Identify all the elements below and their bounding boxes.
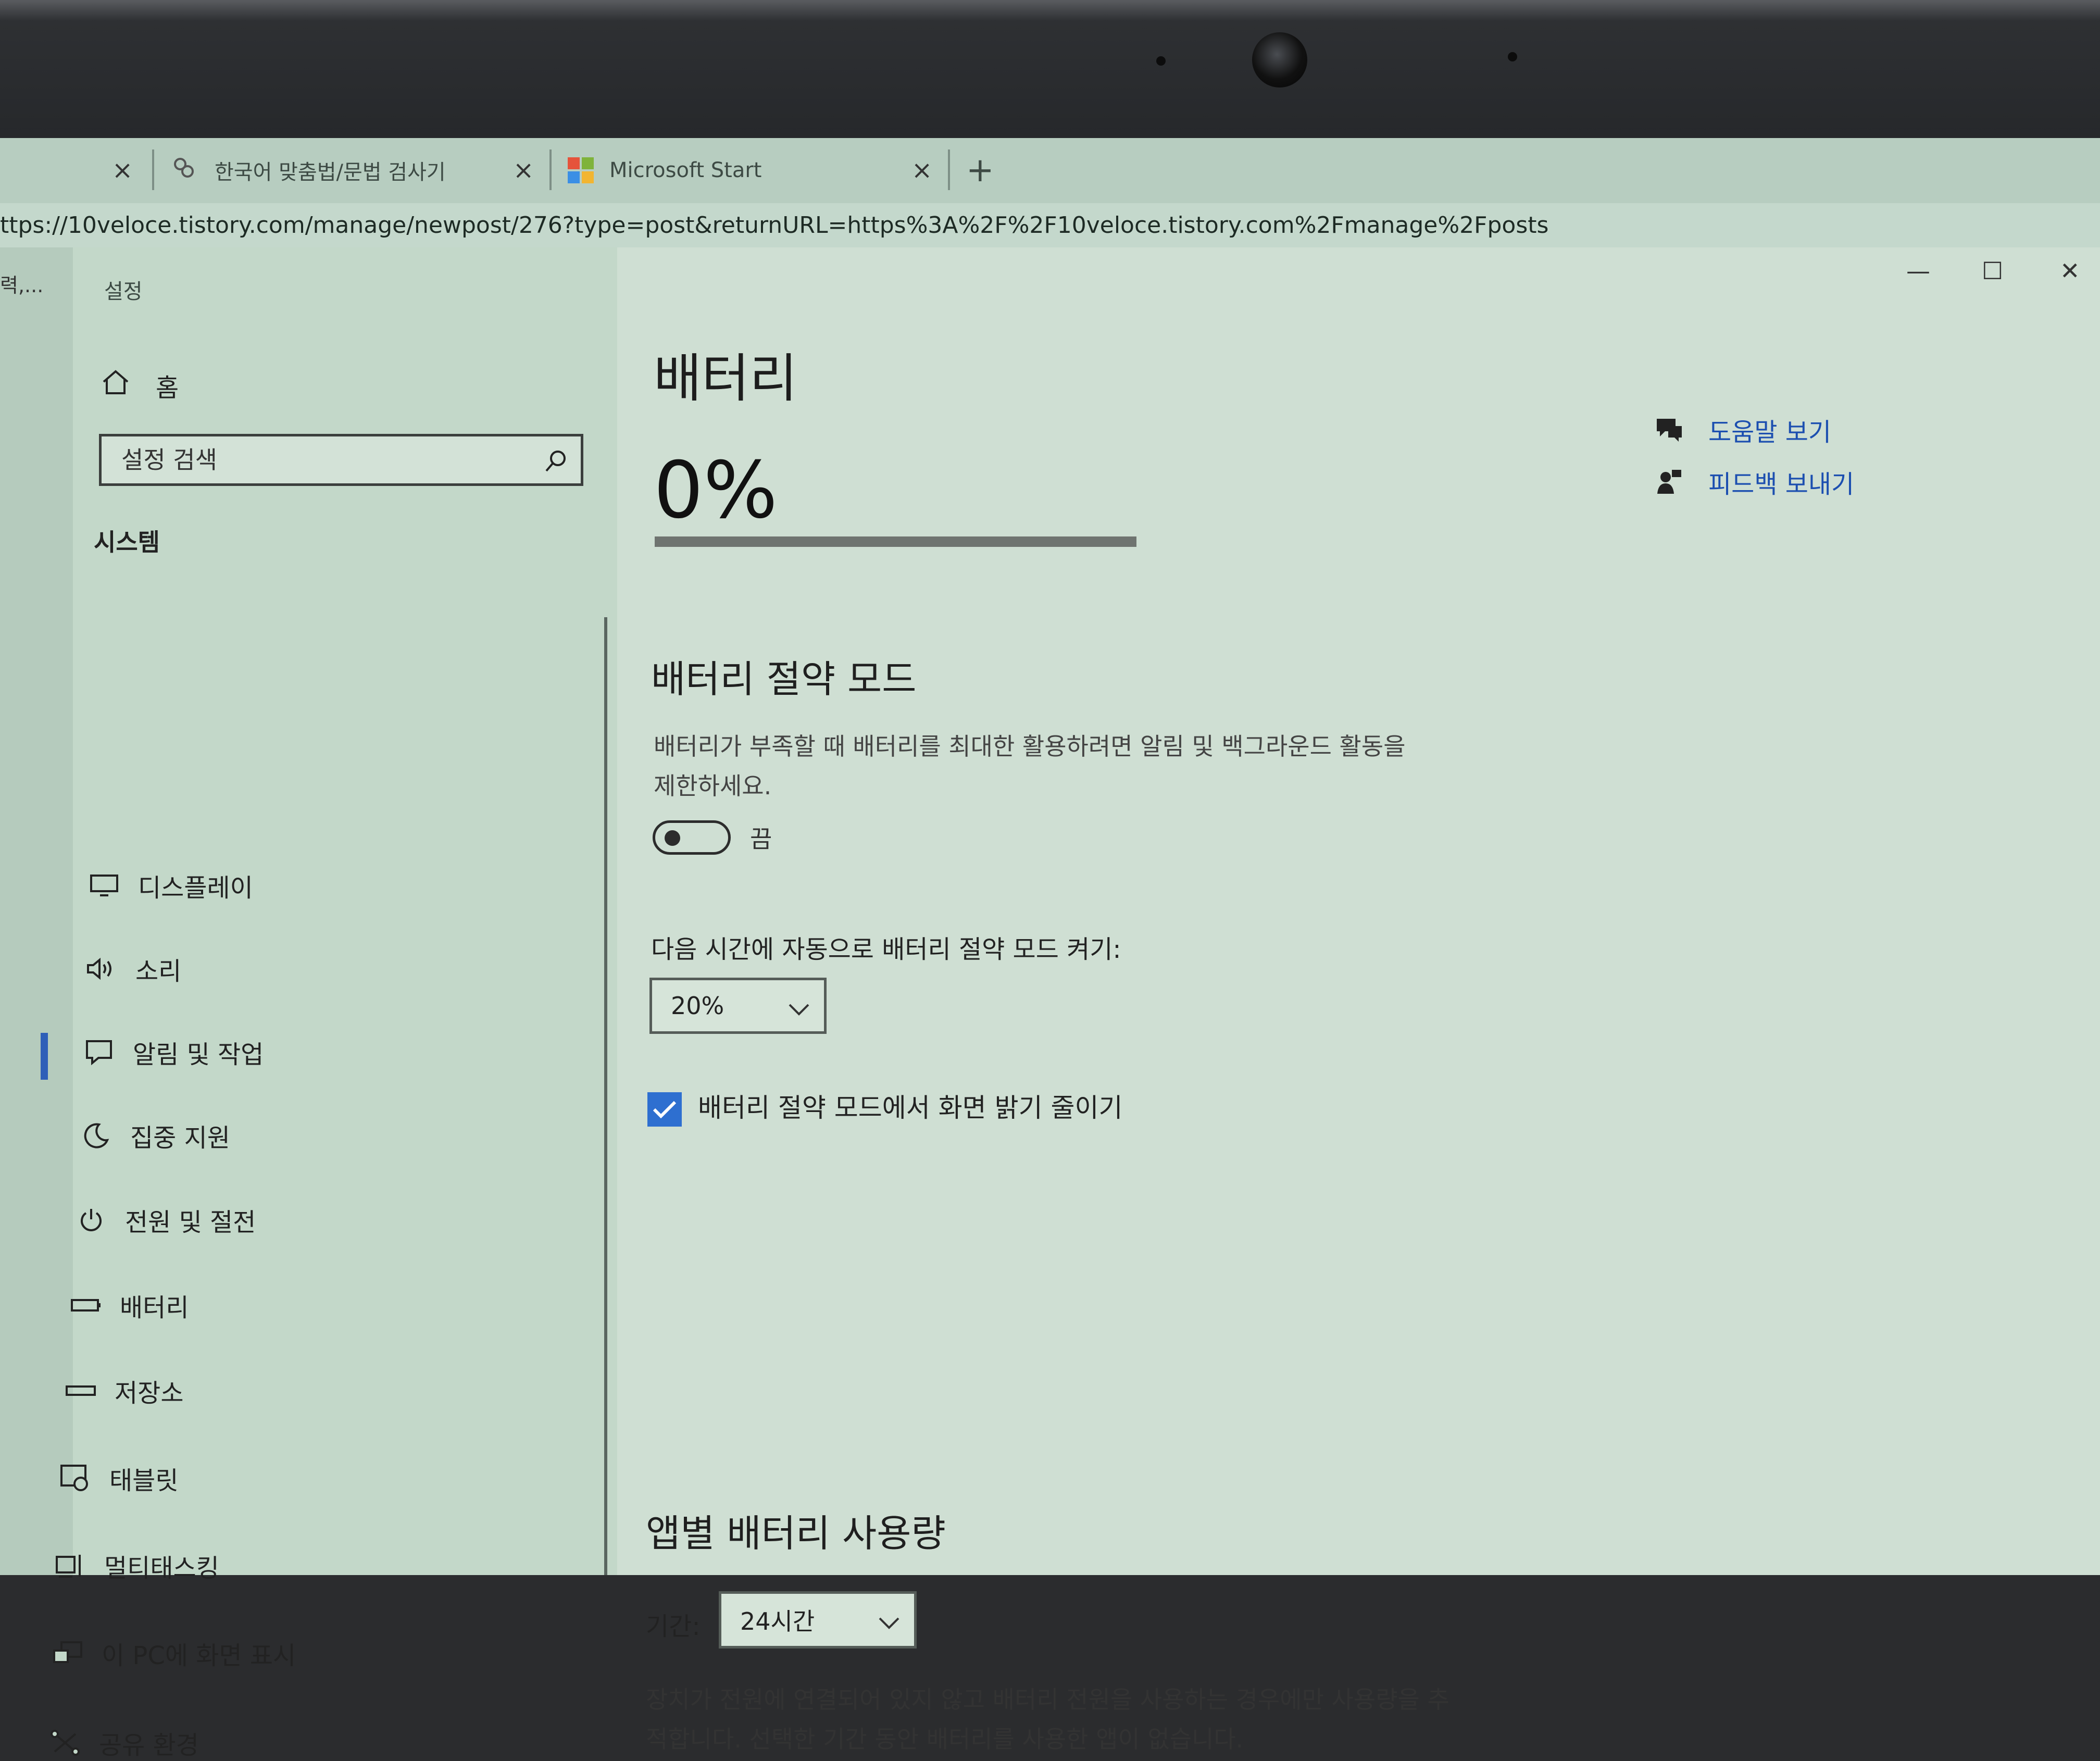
battery-level-bar [655, 536, 1136, 547]
sidebar-item-sound[interactable]: 소리 [83, 951, 181, 987]
tab-separator [549, 149, 552, 190]
dim-brightness-label: 배터리 절약 모드에서 화면 밝기 줄이기 [698, 1093, 1123, 1123]
sidebar-item-power-sleep[interactable]: 전원 및 절전 [73, 1202, 256, 1238]
notification-icon [81, 1036, 117, 1068]
send-feedback-link[interactable]: 피드백 보내기 [1651, 456, 1854, 508]
help-icon [1651, 416, 1688, 444]
battery-saver-description: 배터리가 부족할 때 배터리를 최대한 활용하려면 알림 및 백그라운드 활동을… [654, 732, 1406, 800]
help-links: 도움말 보기 피드백 보내기 [1651, 404, 1854, 508]
active-item-indicator [41, 1033, 48, 1080]
webcam [1252, 32, 1307, 88]
maximize-button[interactable]: ☐ [1982, 257, 2003, 285]
window-title: 설정 [104, 280, 143, 304]
browser-side-strip: 력,... [0, 247, 73, 1575]
address-bar[interactable]: ttps://10veloce.tistory.com/manage/newpo… [0, 203, 2100, 247]
chevron-down-icon [788, 995, 810, 1023]
microsoft-favicon-icon [568, 157, 594, 183]
laptop-bezel [0, 0, 2100, 138]
search-icon[interactable] [543, 448, 569, 480]
sidebar-item-shared-experiences[interactable]: 공유 환경 [47, 1725, 199, 1761]
sidebar-section-title: 시스템 [94, 528, 160, 556]
project-icon [49, 1638, 86, 1669]
sidebar-item-multitasking[interactable]: 멀티태스킹 [52, 1547, 219, 1584]
battery-saver-heading: 배터리 절약 모드 [651, 657, 917, 701]
get-help-link[interactable]: 도움말 보기 [1651, 404, 1854, 456]
settings-search[interactable] [99, 434, 583, 486]
battery-icon [68, 1290, 104, 1321]
sensor-dot [1508, 52, 1517, 61]
tab-close-button[interactable]: × [513, 156, 534, 185]
minimize-button[interactable]: — [1906, 257, 1930, 285]
settings-window: 력,... 설정 홈 시스템 디스플레이 소리 알림 및 작업 [0, 247, 2100, 1760]
toggle-knob [665, 830, 680, 846]
spellcheck-favicon-icon [172, 156, 196, 185]
battery-percentage: 0% [654, 445, 778, 536]
home-icon [102, 369, 130, 402]
power-icon [73, 1204, 109, 1235]
moon-icon [78, 1120, 115, 1151]
sidebar-item-project-to-pc[interactable]: 이 PC에 화면 표시 [49, 1635, 296, 1671]
battery-page: — ☐ ✕ 배터리 0% 배터리 절약 모드 배터리가 부족할 때 배터리를 최… [617, 247, 2100, 1753]
pane-divider [604, 617, 607, 1575]
auto-saver-threshold-dropdown[interactable]: 20% [649, 978, 827, 1034]
browser-tab[interactable]: × [0, 144, 151, 196]
sensor-dot [1156, 56, 1166, 66]
storage-icon [63, 1375, 99, 1406]
period-label: 기간: [646, 1612, 701, 1641]
tab-close-button[interactable]: × [911, 156, 932, 185]
browser-tab-bar: × 한국어 맞춤법/문법 검사기 × Microsoft Start × + [0, 138, 2100, 203]
tab-close-button[interactable]: × [112, 156, 133, 185]
search-input[interactable] [120, 445, 529, 474]
sidebar-item-focus-assist[interactable]: 집중 지원 [78, 1117, 230, 1154]
chevron-down-icon [878, 1608, 901, 1637]
feedback-icon [1651, 468, 1688, 496]
dim-brightness-checkbox[interactable] [647, 1092, 682, 1127]
browser-tab[interactable]: Microsoft Start × [568, 144, 943, 196]
sidebar-item-storage[interactable]: 저장소 [63, 1372, 183, 1409]
speaker-icon [83, 953, 120, 984]
settings-sidebar: 력,... 설정 홈 시스템 디스플레이 소리 알림 및 작업 [0, 247, 617, 1760]
checkmark-icon [653, 1101, 677, 1119]
usage-period-dropdown[interactable]: 24시간 [719, 1591, 917, 1648]
toggle-state-label: 끔 [750, 825, 772, 853]
new-tab-button[interactable]: + [966, 144, 1008, 196]
tab-separator [152, 149, 154, 190]
monitor-icon [86, 870, 122, 901]
share-icon [47, 1727, 83, 1758]
tablet-icon [57, 1463, 94, 1494]
sidebar-item-display[interactable]: 디스플레이 [86, 867, 253, 904]
page-title: 배터리 [654, 348, 797, 409]
auto-saver-label: 다음 시간에 자동으로 배터리 절약 모드 켜기: [651, 935, 1121, 964]
sidebar-item-tablet[interactable]: 태블릿 [57, 1460, 178, 1496]
usage-note: 장치가 전원에 연결되어 있지 않고 배터리 전원을 사용하는 경우에만 사용량… [646, 1685, 1449, 1753]
sidebar-item-notifications[interactable]: 알림 및 작업 [81, 1034, 264, 1070]
battery-saver-toggle[interactable] [653, 820, 731, 855]
sidebar-home[interactable]: 홈 [102, 367, 179, 404]
close-button[interactable]: ✕ [2060, 257, 2080, 285]
app-usage-heading: 앱별 배터리 사용량 [646, 1512, 946, 1555]
tab-separator [948, 149, 950, 190]
browser-tab[interactable]: 한국어 맞춤법/문법 검사기 × [172, 144, 547, 196]
sidebar-item-battery[interactable]: 배터리 [68, 1287, 189, 1323]
multitasking-icon [52, 1550, 89, 1581]
